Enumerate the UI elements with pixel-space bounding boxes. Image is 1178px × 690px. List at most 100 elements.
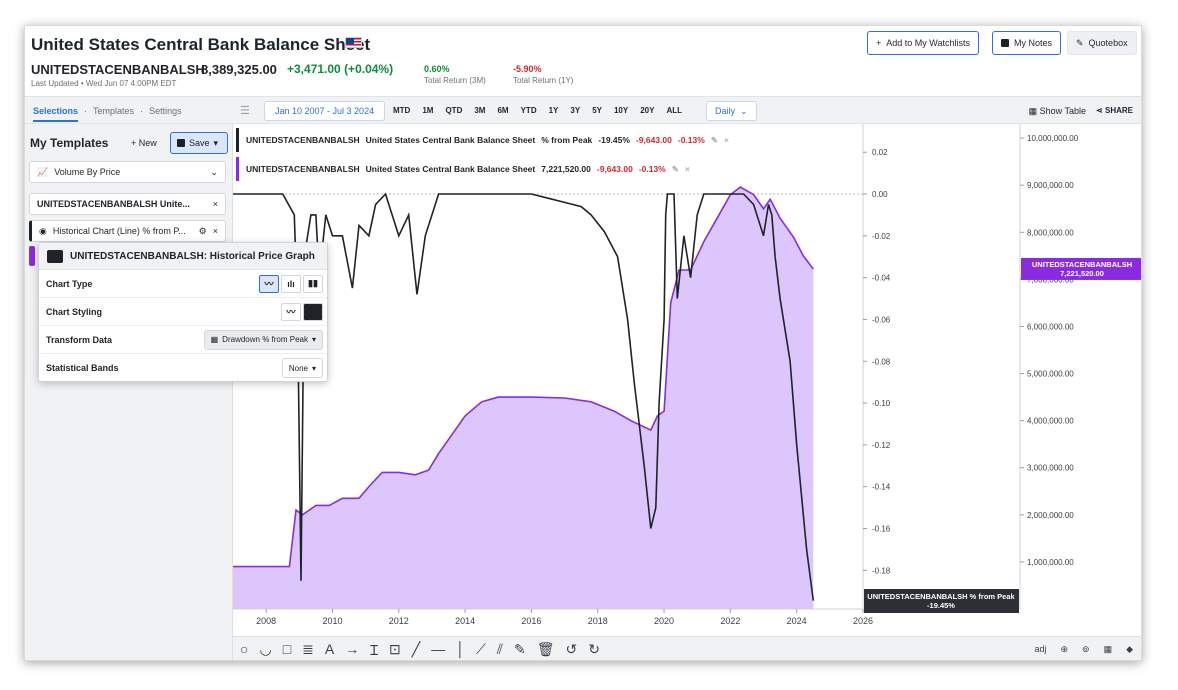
vertical-line-tool-icon[interactable]: │ bbox=[456, 641, 465, 660]
price-change: +3,471.00 (+0.04%) bbox=[287, 62, 393, 76]
period-all[interactable]: ALL bbox=[666, 106, 682, 115]
line-chart-icon: 📈 bbox=[37, 166, 49, 177]
x-axis-label: 2012 bbox=[389, 616, 409, 626]
study-item[interactable]: ◉ Historical Chart (Line) % from P... ⚙ × bbox=[29, 220, 226, 242]
return-3m-value: 0.60% bbox=[424, 64, 450, 74]
tab-settings[interactable]: Settings bbox=[149, 106, 182, 122]
arc-tool-icon[interactable]: ◡ bbox=[259, 641, 271, 660]
pct-axis-label: -0.06 bbox=[872, 315, 891, 324]
price-chart[interactable]: 0.02 0.00 -0.02 -0.04 -0.06 -0.08 -0.10 -0.12 -0… bbox=[233, 124, 1142, 636]
tag-icon[interactable]: ◆ bbox=[1126, 644, 1133, 655]
x-axis-label: 2020 bbox=[654, 616, 674, 626]
new-template-button[interactable]: + New bbox=[131, 138, 157, 148]
trash-icon[interactable]: 🗑 bbox=[537, 641, 555, 660]
period-5y[interactable]: 5Y bbox=[592, 106, 602, 115]
statistical-bands-label: Statistical Bands bbox=[46, 363, 119, 373]
brush-tool-icon[interactable]: ✎ bbox=[514, 641, 526, 660]
share-label: SHARE bbox=[1104, 106, 1133, 115]
period-ytd[interactable]: YTD bbox=[521, 106, 537, 115]
close-icon[interactable]: × bbox=[685, 164, 690, 174]
candle-chart-type-icon[interactable]: ▮▮ bbox=[303, 274, 323, 293]
statistical-bands-select[interactable]: None ▾ bbox=[281, 358, 323, 378]
period-buttons: MTD 1M QTD 3M 6M YTD 1Y 3Y 5Y 10Y 20Y AL… bbox=[393, 106, 682, 115]
redo-icon[interactable]: ↻ bbox=[588, 641, 600, 660]
text-tool-icon[interactable]: A bbox=[325, 641, 334, 660]
popup-title: UNITEDSTACENBANBALSH: Historical Price G… bbox=[70, 250, 315, 262]
return-3m-label: Total Return (3M) bbox=[424, 76, 486, 85]
plus-icon: + bbox=[876, 38, 882, 48]
period-6m[interactable]: 6M bbox=[497, 106, 508, 115]
chart-settings-popup: UNITEDSTACENBANBALSH: Historical Price G… bbox=[38, 242, 328, 382]
adjust-button[interactable]: adj bbox=[1034, 644, 1046, 655]
chart-area[interactable]: 0.02 0.00 -0.02 -0.04 -0.06 -0.08 -0.10 -0.12 -0… bbox=[233, 124, 1142, 636]
toolbar-right: ▦ Show Table ⋖ SHARE bbox=[1029, 106, 1133, 117]
crosshair-icon[interactable]: ⊕ bbox=[1060, 644, 1068, 655]
period-qtd[interactable]: QTD bbox=[445, 106, 462, 115]
color-swatch[interactable] bbox=[47, 249, 63, 263]
line-color-swatch[interactable] bbox=[303, 302, 323, 321]
my-notes-button[interactable]: My Notes bbox=[992, 31, 1062, 55]
save-button[interactable]: Save ▾ bbox=[170, 132, 228, 154]
close-icon[interactable]: × bbox=[213, 199, 218, 209]
brush-icon[interactable]: ✎ bbox=[672, 164, 679, 175]
undo-icon[interactable]: ↺ bbox=[566, 641, 578, 660]
cursor-text-tool-icon[interactable]: Ɪ bbox=[370, 641, 378, 660]
value-axis-panel bbox=[1020, 124, 1141, 609]
series-item-label: UNITEDSTACENBANBALSH Unite... bbox=[37, 199, 190, 209]
show-table-button[interactable]: ▦ Show Table bbox=[1029, 106, 1086, 117]
pct-axis-label: -0.04 bbox=[872, 274, 891, 283]
series-item[interactable]: UNITEDSTACENBANBALSH Unite... × bbox=[29, 193, 226, 215]
period-20y[interactable]: 20Y bbox=[640, 106, 654, 115]
legend-ticker: UNITEDSTACENBANBALSH bbox=[246, 135, 360, 145]
header: United States Central Bank Balance Sheet… bbox=[25, 26, 1141, 96]
quotebox-button[interactable]: ✎ Quotebox bbox=[1067, 31, 1137, 55]
interval-select[interactable]: Daily ⌄ bbox=[706, 101, 757, 121]
line-style-icon[interactable]: 〰 bbox=[281, 302, 301, 321]
transform-data-label: Transform Data bbox=[46, 334, 113, 345]
change-value: +3,471.00 bbox=[287, 62, 341, 76]
rectangle-tool-icon[interactable]: □ bbox=[283, 641, 291, 660]
chart-options: adj ⊕ ⊚ ▦ ◆ bbox=[1034, 644, 1133, 655]
period-3y[interactable]: 3Y bbox=[570, 106, 580, 115]
trendline-tool-icon[interactable]: ╱ bbox=[412, 641, 420, 660]
transform-data-select[interactable]: ▦ Drawdown % from Peak ▾ bbox=[203, 329, 323, 350]
add-to-watchlist-button[interactable]: + Add to My Watchlists bbox=[867, 31, 979, 55]
pct-axis-label: -0.10 bbox=[872, 399, 891, 408]
parallel-channel-tool-icon[interactable]: ⫽ bbox=[497, 641, 503, 660]
circle-tool-icon[interactable]: ○ bbox=[240, 641, 248, 660]
close-icon[interactable]: × bbox=[724, 135, 729, 145]
template-select[interactable]: 📈 Volume By Price ⌄ bbox=[29, 161, 226, 183]
period-1y[interactable]: 1Y bbox=[549, 106, 559, 115]
callout-tool-icon[interactable]: ⊡ bbox=[389, 641, 401, 660]
caret-down-icon: ▾ bbox=[311, 363, 316, 373]
period-10y[interactable]: 10Y bbox=[614, 106, 628, 115]
legend-balance[interactable]: UNITEDSTACENBANBALSH United States Centr… bbox=[236, 157, 697, 181]
ray-tool-icon[interactable]: ⟋ bbox=[476, 641, 486, 660]
collapse-sidebar-icon[interactable]: ☰ bbox=[240, 104, 250, 117]
eye-icon[interactable]: ◉ bbox=[39, 226, 47, 237]
fib-tool-icon[interactable]: ≣ bbox=[302, 641, 314, 660]
date-range-button[interactable]: Jan 10 2007 - Jul 3 2024 bbox=[264, 101, 386, 121]
save-icon bbox=[177, 139, 185, 147]
pct-axis-label: -0.18 bbox=[872, 566, 891, 575]
grid-icon[interactable]: ▦ bbox=[1104, 644, 1113, 655]
close-icon[interactable]: × bbox=[213, 226, 218, 236]
legend-drawdown[interactable]: UNITEDSTACENBANBALSH United States Centr… bbox=[236, 128, 736, 152]
magnet-icon[interactable]: ⊚ bbox=[1082, 644, 1090, 655]
bar-chart-type-icon[interactable]: ılı bbox=[281, 274, 301, 293]
arrow-tool-icon[interactable]: → bbox=[345, 641, 359, 660]
period-3m[interactable]: 3M bbox=[474, 106, 485, 115]
share-button[interactable]: ⋖ SHARE bbox=[1096, 106, 1133, 117]
line-chart-type-icon[interactable]: 〰 bbox=[259, 274, 279, 293]
gear-icon[interactable]: ⚙ bbox=[199, 226, 207, 237]
tab-separator: · bbox=[140, 106, 144, 116]
period-1m[interactable]: 1M bbox=[422, 106, 433, 115]
study-item-label: Historical Chart (Line) % from P... bbox=[52, 226, 186, 236]
period-mtd[interactable]: MTD bbox=[393, 106, 410, 115]
tab-selections[interactable]: Selections bbox=[33, 106, 79, 122]
horizontal-line-tool-icon[interactable]: — bbox=[431, 641, 445, 660]
value-axis-label: 9,000,000.00 bbox=[1027, 181, 1074, 190]
tab-templates[interactable]: Templates bbox=[93, 106, 134, 122]
brush-icon[interactable]: ✎ bbox=[711, 135, 718, 146]
legend-change: -9,643.00 bbox=[596, 164, 633, 174]
